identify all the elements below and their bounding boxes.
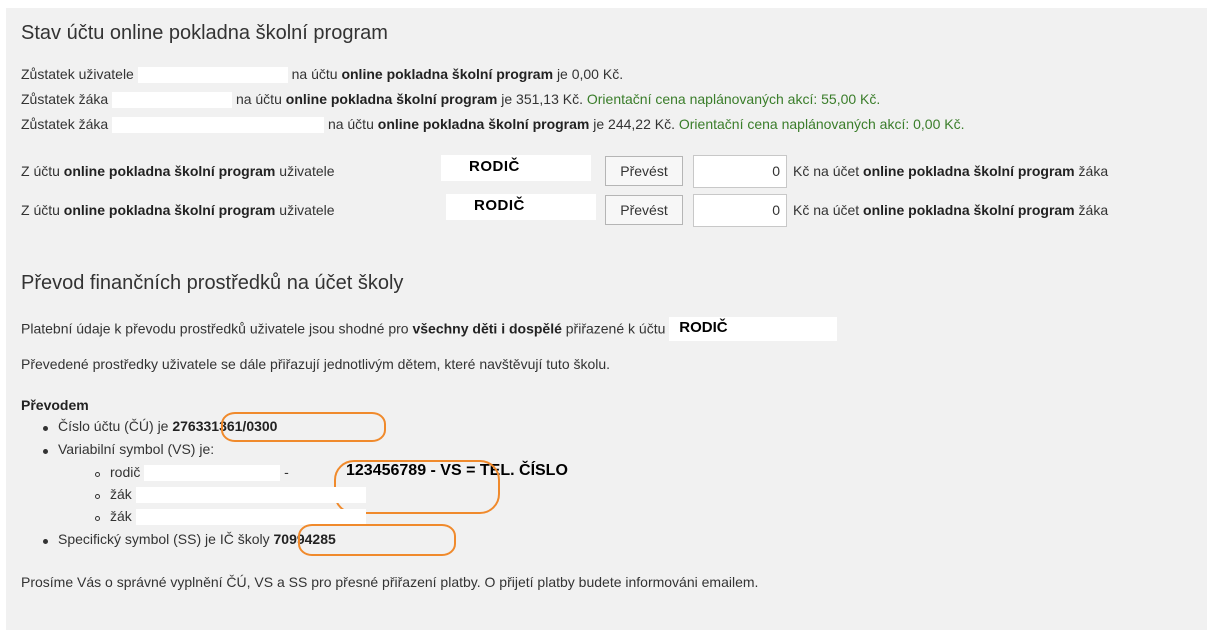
transfer-row: Z účtu online pokladna školní program už… bbox=[21, 194, 1207, 227]
bullet-icon bbox=[43, 426, 48, 431]
account-number-label: Číslo účtu (ČÚ) je bbox=[58, 418, 169, 434]
to-text: Kč na účet bbox=[793, 202, 860, 218]
transfer-button[interactable]: Převést bbox=[605, 195, 683, 225]
transfer-to-text: Kč na účet online pokladna školní progra… bbox=[793, 163, 1108, 179]
balance-mid: na účtu bbox=[327, 116, 374, 132]
balance-amount: je 0,00 Kč. bbox=[556, 66, 624, 82]
bullet-icon bbox=[43, 449, 48, 454]
parent-label: RODIČ bbox=[474, 197, 525, 214]
balance-line-user: Zůstatek uživatele na účtu online poklad… bbox=[21, 66, 624, 84]
redacted-name bbox=[135, 509, 366, 526]
transfer-from-text: Z účtu online pokladna školní program už… bbox=[21, 163, 335, 179]
specific-symbol-row: Specifický symbol (SS) je IČ školy 70994… bbox=[58, 531, 336, 547]
parent-name-box: RODIČ bbox=[446, 194, 596, 220]
vs-item-label: žák bbox=[110, 508, 132, 524]
from-prefix: Z účtu bbox=[21, 202, 60, 218]
transfer-to-text: Kč na účet online pokladna školní progra… bbox=[793, 202, 1108, 218]
sub-bullet-icon bbox=[95, 516, 100, 521]
to-suffix: žáka bbox=[1078, 163, 1109, 179]
redacted-name bbox=[135, 487, 366, 504]
variable-symbol-label: Variabilní symbol (VS) je: bbox=[58, 441, 215, 457]
amount-input[interactable]: 0 bbox=[693, 194, 787, 227]
parent-label: RODIČ bbox=[679, 319, 728, 336]
info-prefix: Platební údaje k převodu prostředků uživ… bbox=[21, 320, 409, 337]
info-bold: všechny děti i dospělé bbox=[412, 320, 562, 337]
transfer-from-text: Z účtu online pokladna školní program už… bbox=[21, 202, 335, 218]
specific-symbol-label: Specifický symbol (SS) je IČ školy bbox=[58, 531, 270, 547]
account-name: online pokladna školní program bbox=[285, 91, 498, 107]
account-status-panel: Stav účtu online pokladna školní program… bbox=[6, 8, 1207, 630]
redacted-name bbox=[137, 67, 288, 84]
account-name: online pokladna školní program bbox=[377, 116, 590, 132]
transfer-row: Z účtu online pokladna školní program už… bbox=[21, 155, 1207, 188]
to-text: Kč na účet bbox=[793, 163, 860, 179]
redacted-name bbox=[144, 465, 281, 482]
to-suffix: žáka bbox=[1078, 202, 1109, 218]
account-name: online pokladna školní program bbox=[63, 163, 276, 179]
by-transfer-heading: Převodem bbox=[21, 397, 89, 413]
vs-separator: - bbox=[284, 464, 289, 480]
assignment-info-line: Převedené prostředky uživatele se dále p… bbox=[21, 356, 611, 372]
highlight-circle bbox=[221, 412, 386, 442]
info-suffix: přiřazené k účtu bbox=[565, 320, 666, 337]
parent-label: RODIČ bbox=[469, 158, 520, 175]
balance-line-student-1: Zůstatek žáka na účtu online pokladna šk… bbox=[21, 91, 881, 109]
vs-item-student: žák bbox=[110, 508, 366, 526]
account-name: online pokladna školní program bbox=[63, 202, 276, 218]
balance-line-student-2: Zůstatek žáka na účtu online pokladna šk… bbox=[21, 116, 965, 134]
sub-bullet-icon bbox=[95, 494, 100, 499]
from-prefix: Z účtu bbox=[21, 163, 60, 179]
redacted-name bbox=[112, 117, 325, 134]
balance-prefix: Zůstatek žáka bbox=[21, 116, 109, 132]
redacted-name bbox=[112, 92, 233, 109]
parent-name-box: RODIČ bbox=[441, 155, 591, 181]
variable-symbol-row: Variabilní symbol (VS) je: bbox=[58, 441, 214, 457]
amount-input[interactable]: 0 bbox=[693, 155, 787, 188]
account-name: online pokladna školní program bbox=[341, 66, 554, 82]
to-account-name: online pokladna školní program bbox=[863, 163, 1075, 179]
balance-mid: na účtu bbox=[235, 91, 282, 107]
section-title-school-transfer: Převod finančních prostředků na účet ško… bbox=[21, 272, 404, 294]
user-word: uživatele bbox=[279, 202, 335, 218]
balance-amount: je 244,22 Kč. bbox=[593, 116, 675, 132]
highlight-circle bbox=[298, 524, 456, 556]
vs-item-student: žák bbox=[110, 486, 366, 504]
payment-info-line: Platební údaje k převodu prostředků uživ… bbox=[21, 317, 838, 342]
balance-prefix: Zůstatek žáka bbox=[21, 91, 109, 107]
user-word: uživatele bbox=[279, 163, 335, 179]
planned-actions-note: Orientační cena naplánovaných akcí: 55,0… bbox=[586, 91, 881, 107]
planned-actions-note: Orientační cena naplánovaných akcí: 0,00… bbox=[678, 116, 965, 132]
parent-name-box: RODIČ bbox=[669, 317, 838, 341]
by-transfer-label: Převodem bbox=[21, 397, 89, 413]
balance-mid: na účtu bbox=[291, 66, 338, 82]
balance-prefix: Zůstatek uživatele bbox=[21, 66, 134, 82]
bullet-icon bbox=[43, 539, 48, 544]
footer-note: Prosíme Vás o správné vyplnění ČÚ, VS a … bbox=[21, 574, 759, 590]
sub-bullet-icon bbox=[95, 472, 100, 477]
vs-item-parent: rodič - bbox=[110, 464, 289, 482]
to-account-name: online pokladna školní program bbox=[863, 202, 1075, 218]
vs-item-label: rodič bbox=[110, 464, 141, 480]
section-title-account-status: Stav účtu online pokladna školní program bbox=[21, 22, 388, 44]
balance-amount: je 351,13 Kč. bbox=[501, 91, 583, 107]
transfer-button[interactable]: Převést bbox=[605, 156, 683, 186]
vs-item-label: žák bbox=[110, 486, 132, 502]
